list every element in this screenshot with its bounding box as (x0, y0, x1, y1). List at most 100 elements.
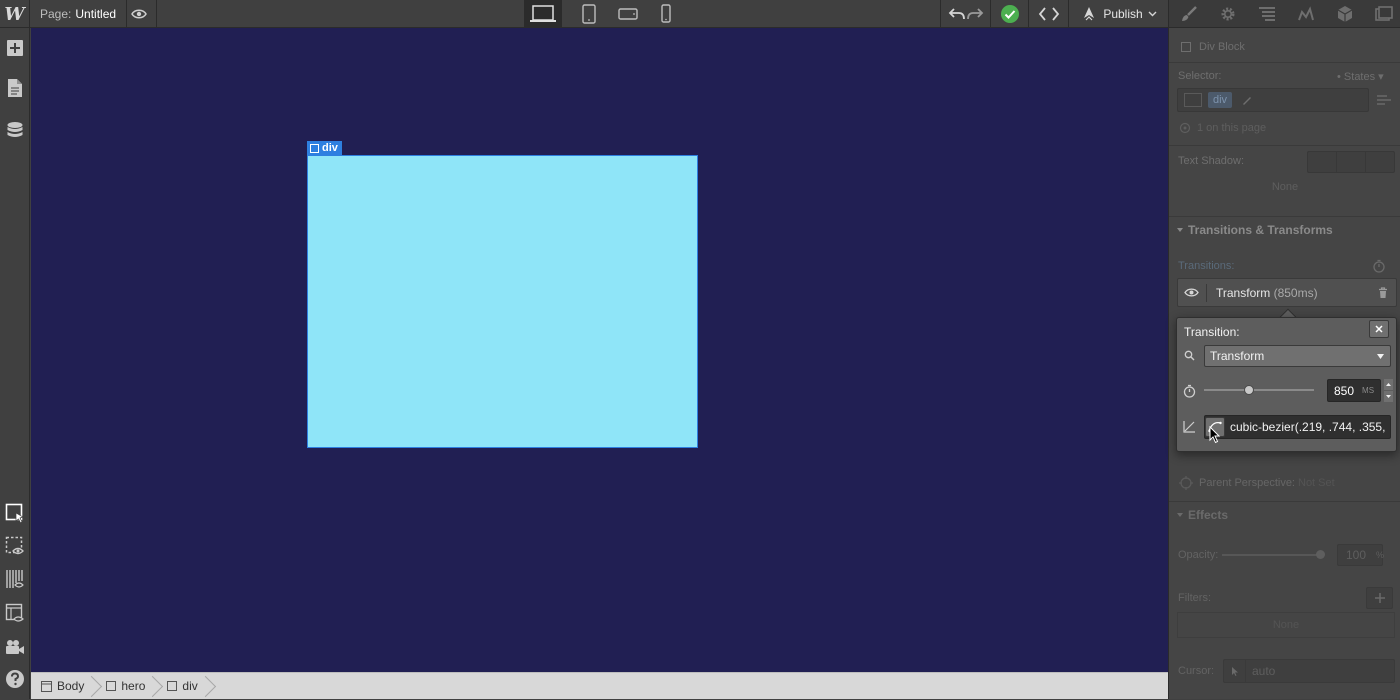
search-icon (1184, 350, 1195, 361)
add-panel-icon[interactable] (0, 33, 30, 63)
rocket-icon (1084, 7, 1095, 21)
style-brush-icon[interactable] (1169, 0, 1208, 28)
stepper-down-icon[interactable] (1384, 391, 1393, 402)
selector-options-icon[interactable] (1375, 92, 1393, 108)
text-shadow-controls (1307, 151, 1395, 173)
interactions-icon[interactable] (1286, 0, 1325, 28)
breadcrumb-body[interactable]: Body (31, 673, 96, 700)
transitions-section-header[interactable]: Transitions & Transforms (1169, 216, 1400, 244)
close-popover-button[interactable] (1369, 320, 1389, 338)
selector-target-icon (1184, 93, 1202, 107)
duration-unit: MS (1362, 386, 1375, 395)
transition-item-label: Transform (850ms) (1216, 286, 1318, 300)
collapse-caret-icon (1177, 228, 1183, 232)
navigator-icon[interactable] (1247, 0, 1286, 28)
webflow-logo[interactable]: W (0, 0, 30, 28)
duration-stopwatch-icon (1183, 384, 1196, 398)
popover-title: Transition: (1184, 325, 1240, 339)
selector-tag-pill[interactable]: div (1208, 92, 1233, 108)
breadcrumb-label: div (182, 679, 198, 693)
pages-icon[interactable] (0, 73, 30, 103)
edit-pencil-icon[interactable] (1241, 94, 1253, 106)
selector-label: Selector: (1178, 70, 1222, 82)
breadcrumb: Body hero div (31, 672, 1168, 699)
body-icon (41, 680, 52, 692)
states-label: States (1343, 71, 1376, 83)
tablet-view-icon[interactable] (570, 0, 608, 28)
target-icon (1179, 122, 1191, 134)
states-dropdown[interactable]: • States ▾ (1337, 70, 1384, 83)
visibility-eye-icon[interactable] (1184, 287, 1199, 298)
mobile-portrait-view-icon[interactable] (647, 0, 685, 28)
transitions-label: Transitions: (1178, 260, 1235, 272)
trash-icon[interactable] (1378, 287, 1388, 299)
effects-section-header[interactable]: Effects (1169, 501, 1400, 529)
opacity-value: 100 (1346, 548, 1367, 562)
text-shadow-add-icon[interactable] (1308, 152, 1337, 172)
stepper-up-icon[interactable] (1384, 379, 1393, 390)
perspective-crosshair-icon (1179, 476, 1193, 490)
page-label: Page: (40, 7, 72, 21)
selected-div-block[interactable] (307, 155, 698, 448)
cursor-label: Cursor: (1178, 665, 1215, 677)
duration-slider[interactable] (1204, 384, 1314, 396)
cursor-select[interactable]: auto (1223, 659, 1395, 683)
cms-database-icon[interactable] (0, 116, 30, 146)
redo-icon[interactable] (966, 7, 984, 21)
add-transition-stopwatch-icon[interactable] (1372, 259, 1386, 273)
preview-eye-icon[interactable] (121, 0, 157, 28)
page-selector[interactable]: Page: Untitled (30, 0, 128, 28)
undo-icon[interactable] (948, 7, 966, 21)
plus-icon (1374, 593, 1385, 603)
show-element-edges-icon[interactable] (0, 531, 30, 561)
design-canvas[interactable]: div (31, 28, 1168, 672)
easing-input[interactable]: cubic-bezier(.219, .744, .355, (1204, 415, 1391, 439)
mobile-landscape-view-icon[interactable] (609, 0, 647, 28)
selected-element-label[interactable]: div (307, 141, 342, 155)
parent-perspective-value[interactable]: Not Set (1298, 477, 1335, 489)
duration-input[interactable]: 850 MS (1327, 379, 1381, 402)
opacity-slider[interactable] (1222, 554, 1322, 556)
opacity-input[interactable]: 100 % (1337, 544, 1384, 566)
div-square-icon (167, 681, 178, 691)
video-tutorials-icon[interactable] (0, 632, 30, 662)
text-shadow-label: Text Shadow: (1178, 155, 1245, 167)
x-ray-mode-icon[interactable] (0, 564, 30, 594)
transitions-section-title: Transitions & Transforms (1188, 223, 1333, 237)
select-element-icon[interactable] (0, 498, 30, 528)
desktop-view-icon[interactable] (524, 0, 562, 28)
selector-field[interactable]: div (1177, 88, 1369, 112)
opacity-slider-thumb[interactable] (1316, 550, 1325, 559)
save-status-check-icon[interactable] (990, 0, 1028, 28)
code-export-icon[interactable] (1028, 0, 1068, 28)
breadcrumb-hero[interactable]: hero (96, 673, 157, 700)
duration-stepper[interactable] (1384, 379, 1393, 402)
dropdown-caret-icon (1377, 354, 1384, 359)
assets-images-icon[interactable] (1364, 0, 1400, 28)
breadcrumb-div[interactable]: div (157, 673, 209, 700)
cursor-value: auto (1252, 664, 1276, 678)
settings-gear-icon[interactable] (1208, 0, 1247, 28)
div-block-icon (1181, 42, 1191, 52)
symbols-box-icon[interactable] (1325, 0, 1364, 28)
help-icon[interactable] (0, 664, 30, 694)
preview-layout-icon[interactable] (0, 598, 30, 628)
easing-curve-icon (1183, 421, 1195, 433)
cursor-arrow-icon (1224, 660, 1246, 682)
duration-slider-thumb[interactable] (1244, 385, 1254, 395)
breadcrumb-label: Body (57, 679, 85, 693)
top-toolbar: W Page: Untitled Publish (0, 0, 1168, 28)
text-shadow-options-icon[interactable] (1366, 152, 1394, 172)
transition-list-item[interactable]: Transform (850ms) (1177, 278, 1397, 307)
panel-tabs (1169, 0, 1400, 28)
collapse-caret-icon (1177, 513, 1183, 517)
mouse-pointer-cursor (1209, 426, 1221, 444)
close-icon (1375, 325, 1383, 333)
add-filter-button[interactable] (1366, 587, 1393, 609)
text-shadow-preset-icon[interactable] (1337, 152, 1366, 172)
style-panel: Div Block Selector: • States ▾ div 1 on … (1168, 0, 1400, 699)
page-name: Untitled (75, 7, 117, 21)
publish-button[interactable]: Publish (1068, 0, 1168, 28)
text-shadow-value: None (1271, 181, 1299, 193)
transition-property-select[interactable]: Transform (1204, 345, 1391, 367)
